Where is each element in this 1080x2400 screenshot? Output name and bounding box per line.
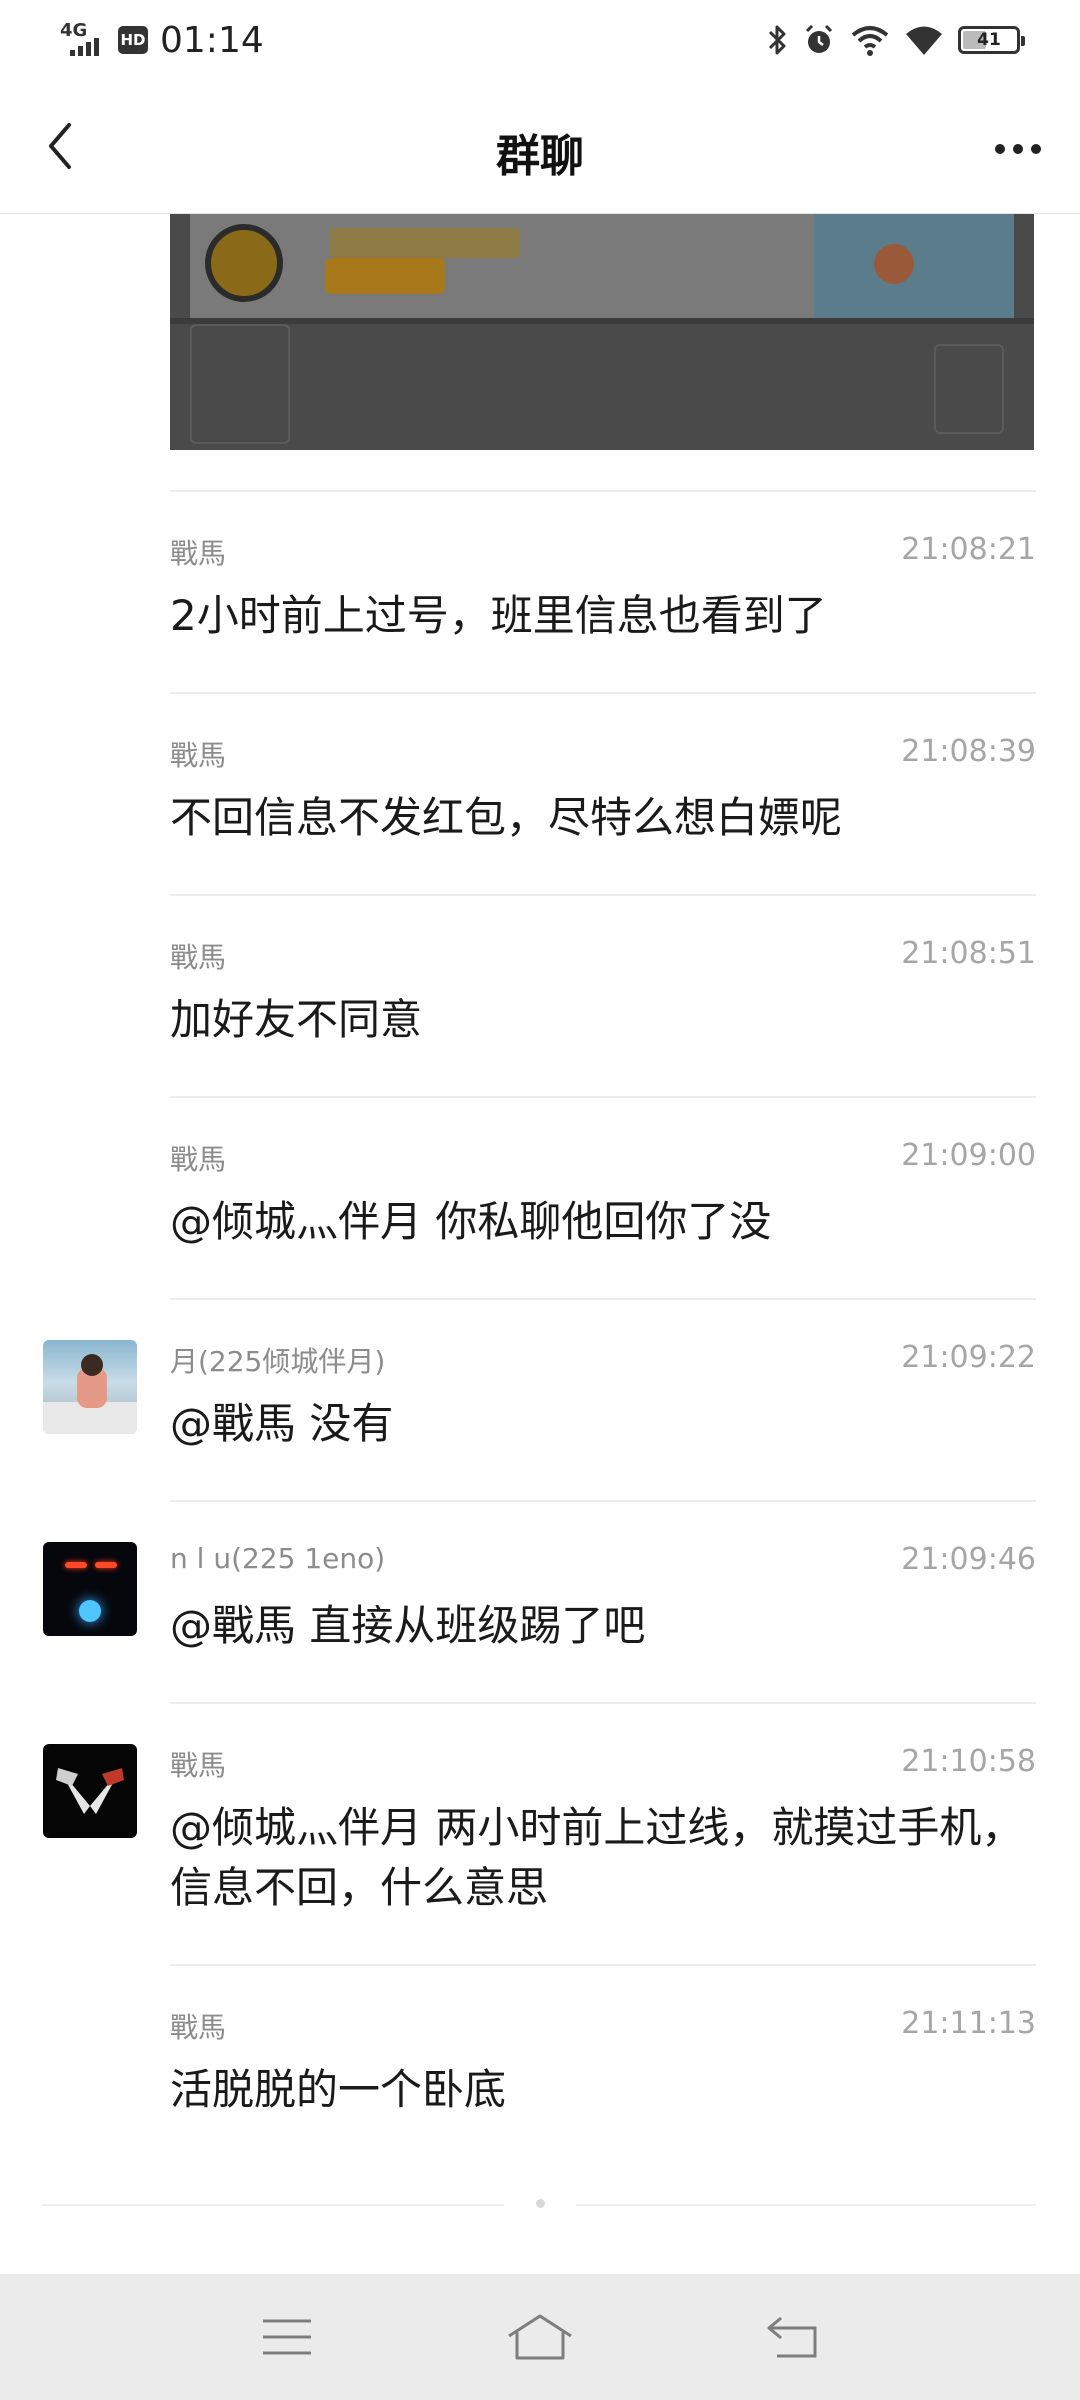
message-sender: n l u(225 1eno): [170, 1542, 386, 1575]
status-time: 01:14: [160, 19, 264, 61]
message-sender: 戰馬: [170, 1143, 227, 1176]
page-title: 群聊: [496, 131, 584, 182]
image-back-tile: [190, 324, 290, 444]
message-time: 21:11:13: [901, 2006, 1036, 2041]
battery-icon: 41: [958, 26, 1025, 54]
image-text-block: [330, 228, 520, 258]
image-badge-icon: [205, 224, 283, 302]
more-button[interactable]: [986, 124, 1050, 174]
back-nav-button[interactable]: [733, 2297, 853, 2377]
message-text: 2小时前上过号，班里信息也看到了: [170, 591, 827, 640]
more-dot-icon: [1031, 144, 1041, 154]
message-item[interactable]: n l u(225 1eno) 21:09:46 @戰馬 直接从班级踢了吧: [170, 1500, 1036, 1702]
status-left: 4G HD 01:14: [60, 20, 264, 61]
message-text: 活脱脱的一个卧底: [170, 2065, 507, 2114]
message-text: @戰馬 直接从班级踢了吧: [170, 1601, 646, 1650]
message-sender: 戰馬: [170, 1749, 227, 1782]
end-divider-left: [42, 2204, 504, 2206]
message-sender: 月(225倾城伴月): [170, 1345, 386, 1378]
home-icon: [508, 2314, 572, 2360]
message-text: @倾城灬伴月 你私聊他回你了没: [170, 1197, 772, 1246]
message-time: 21:10:58: [901, 1744, 1036, 1779]
status-bar: 4G HD 01:14 41: [0, 0, 1080, 80]
message-time: 21:08:39: [901, 734, 1036, 769]
message-item[interactable]: 戰馬 21:09:00 @倾城灬伴月 你私聊他回你了没: [170, 1096, 1036, 1298]
hd-voice-icon: HD: [118, 26, 148, 54]
message-text: 不回信息不发红包，尽特么想白嫖呢: [170, 793, 843, 842]
image-blue-panel: [814, 214, 1014, 318]
more-dot-icon: [1013, 144, 1023, 154]
message-item[interactable]: 戰馬 21:11:13 活脱脱的一个卧底: [170, 1964, 1036, 2174]
message-text: 加好友不同意: [170, 995, 423, 1044]
message-time: 21:09:22: [901, 1340, 1036, 1375]
image-orange-dot: [874, 244, 914, 284]
status-right: 41: [766, 23, 1025, 57]
message-sender: 戰馬: [170, 537, 227, 570]
message-time: 21:08:21: [901, 532, 1036, 567]
image-button-shape: [325, 258, 445, 294]
battery-level: 41: [977, 30, 1001, 50]
message-text: @倾城灬伴月 两小时前上过线，就摸过手机，信息不回，什么意思: [170, 1803, 1024, 1912]
message-sender: 戰馬: [170, 739, 227, 772]
avatar[interactable]: [43, 1340, 137, 1434]
bluetooth-icon: [768, 25, 786, 55]
message-time: 21:08:51: [901, 936, 1036, 971]
message-item[interactable]: 月(225倾城伴月) 21:09:22 @戰馬 没有: [170, 1298, 1036, 1500]
end-divider-dot: [536, 2199, 545, 2208]
menu-icon: [262, 2319, 311, 2355]
shared-image-message[interactable]: [170, 214, 1034, 450]
avatar[interactable]: [43, 1542, 137, 1636]
cellular-signal-icon: 4G: [60, 20, 106, 60]
message-time: 21:09:46: [901, 1542, 1036, 1577]
message-item[interactable]: 戰馬 21:10:58 @倾城灬伴月 两小时前上过线，就摸过手机，信息不回，什么…: [170, 1702, 1036, 1964]
message-item[interactable]: 戰馬 21:08:51 加好友不同意: [170, 894, 1036, 1096]
message-text: @戰馬 没有: [170, 1399, 394, 1448]
wifi-icon: [906, 26, 942, 55]
more-dot-icon: [995, 144, 1005, 154]
chat-list[interactable]: 戰馬 21:08:21 2小时前上过号，班里信息也看到了 戰馬 21:08:39…: [0, 214, 1080, 2274]
system-nav-bar: [0, 2274, 1080, 2400]
back-arrow-icon: [767, 2316, 817, 2358]
home-button[interactable]: [480, 2297, 600, 2377]
message-sender: 戰馬: [170, 941, 227, 974]
wifi-hd-icon: [851, 26, 889, 56]
alarm-icon: [805, 24, 833, 53]
end-divider-right: [576, 2204, 1036, 2206]
title-bar: 群聊: [0, 80, 1080, 214]
avatar[interactable]: [43, 1744, 137, 1838]
message-time: 21:09:00: [901, 1138, 1036, 1173]
recent-apps-button[interactable]: [227, 2297, 347, 2377]
message-item[interactable]: 戰馬 21:08:21 2小时前上过号，班里信息也看到了: [170, 490, 1036, 692]
image-divider: [170, 318, 1034, 324]
message-item[interactable]: 戰馬 21:08:39 不回信息不发红包，尽特么想白嫖呢: [170, 692, 1036, 894]
crossed-flags-logo-icon: [56, 1768, 124, 1814]
image-right-tile: [934, 344, 1004, 434]
message-sender: 戰馬: [170, 2011, 227, 2044]
